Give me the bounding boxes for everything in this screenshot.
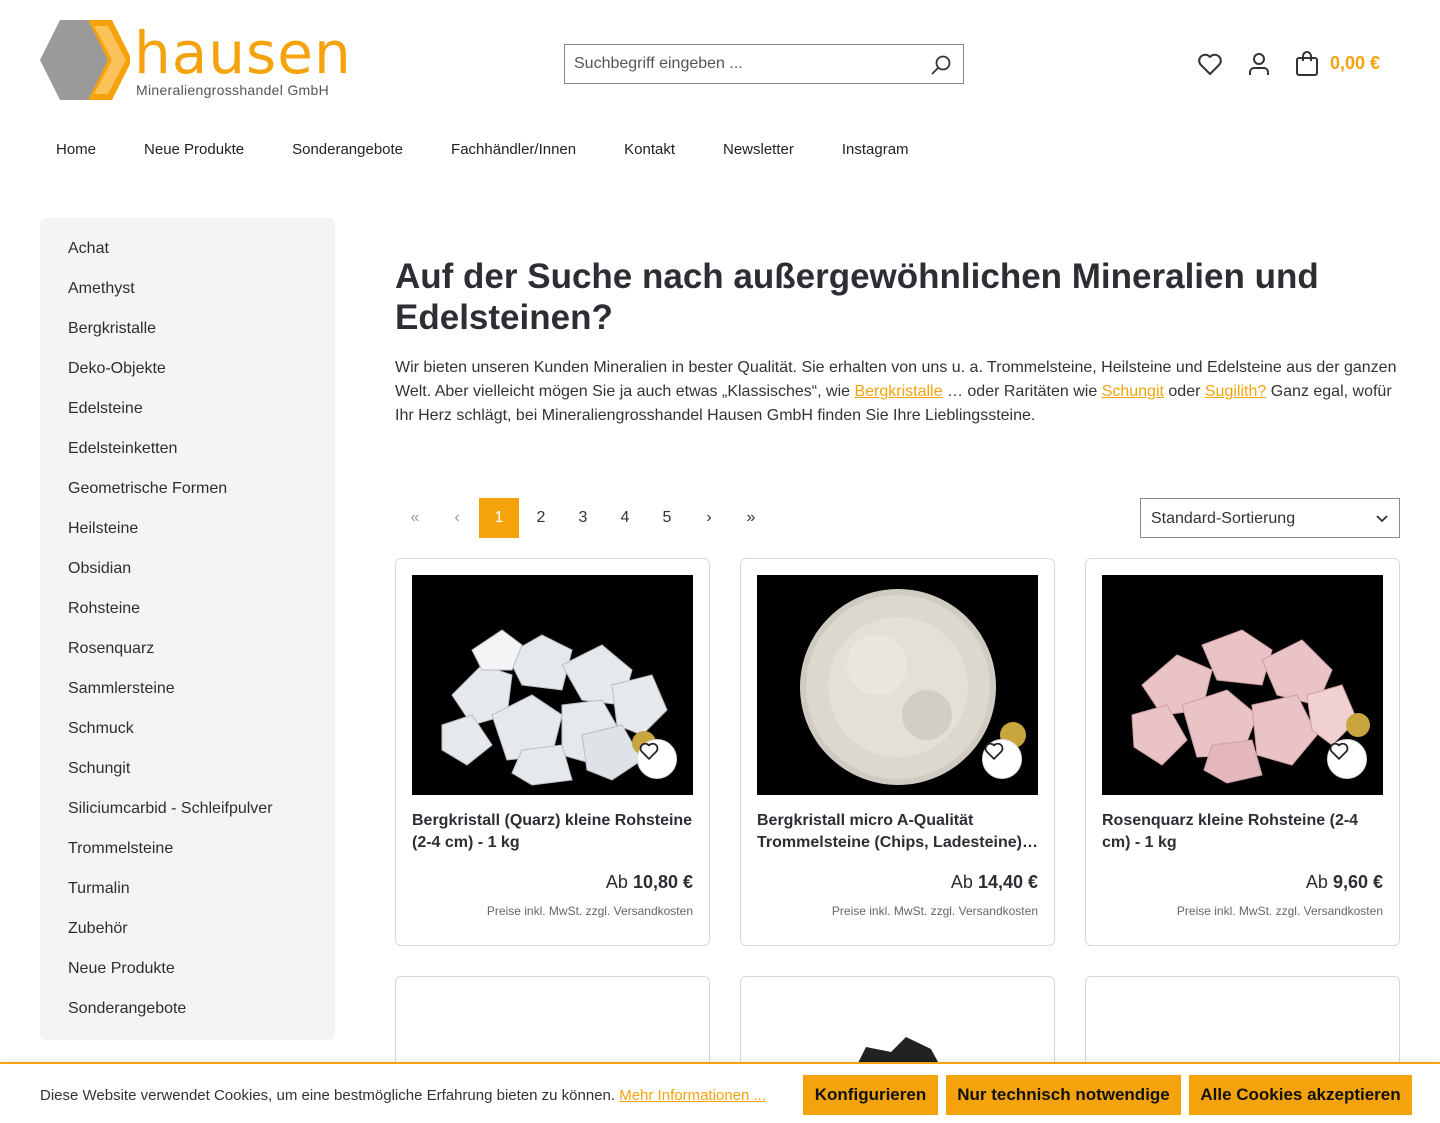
link-bergkristalle[interactable]: Bergkristalle xyxy=(854,383,942,400)
search-form xyxy=(564,44,964,84)
pagination-page-4[interactable]: 4 xyxy=(605,498,645,538)
sidebar-item-obsidian[interactable]: Obsidian xyxy=(40,549,335,589)
main-content: Auf der Suche nach außergewöhnlichen Min… xyxy=(395,256,1400,428)
wishlist-button[interactable] xyxy=(982,739,1022,779)
cookie-accept-all-button[interactable]: Alle Cookies akzeptieren xyxy=(1189,1075,1412,1115)
pagination: « ‹ 1 2 3 4 5 › » xyxy=(395,498,773,538)
logo-subtitle: Mineraliengrosshandel GmbH xyxy=(136,82,329,98)
pagination-last[interactable]: » xyxy=(731,498,771,538)
sidebar-item-achat[interactable]: Achat xyxy=(40,229,335,269)
nav-fachhaendler[interactable]: Fachhändler/Innen xyxy=(435,130,592,170)
header: hausen Mineraliengrosshandel GmbH 0,00 € xyxy=(0,0,1440,120)
cookie-more-info-link[interactable]: Mehr Informationen ... xyxy=(619,1087,766,1104)
sidebar-item-edelsteine[interactable]: Edelsteine xyxy=(40,389,335,429)
sidebar-item-geometrische-formen[interactable]: Geometrische Formen xyxy=(40,469,335,509)
cookie-text: Diese Website verwendet Cookies, um eine… xyxy=(40,1087,766,1104)
logo-name: hausen xyxy=(134,19,352,87)
search-icon[interactable] xyxy=(929,53,953,77)
link-sugilith[interactable]: Sugilith? xyxy=(1205,383,1266,400)
heart-icon xyxy=(639,742,659,760)
sidebar-item-neue-produkte[interactable]: Neue Produkte xyxy=(40,949,335,989)
product-title[interactable]: Bergkristall (Quarz) kleine Rohsteine (2… xyxy=(412,810,693,854)
product-card[interactable]: Bergkristall (Quarz) kleine Rohsteine (2… xyxy=(395,558,710,946)
user-icon[interactable] xyxy=(1245,50,1273,78)
nav-sonderangebote[interactable]: Sonderangebote xyxy=(276,130,419,170)
category-sidebar: Achat Amethyst Bergkristalle Deko-Objekt… xyxy=(40,218,335,1040)
nav-newsletter[interactable]: Newsletter xyxy=(707,130,810,170)
nav-instagram[interactable]: Instagram xyxy=(826,130,925,170)
sidebar-item-siliciumcarbid[interactable]: Siliciumcarbid - Schleifpulver xyxy=(40,789,335,829)
product-image[interactable] xyxy=(412,575,693,795)
sidebar-item-rohsteine[interactable]: Rohsteine xyxy=(40,589,335,629)
logo[interactable]: hausen Mineraliengrosshandel GmbH xyxy=(40,20,351,100)
tax-note: Preise inkl. MwSt. zzgl. Versandkosten xyxy=(831,904,1038,918)
heart-icon xyxy=(1329,742,1349,760)
pagination-page-1[interactable]: 1 xyxy=(479,498,519,538)
product-price: Ab 14,40 € xyxy=(950,872,1038,892)
wishlist-button[interactable] xyxy=(637,739,677,779)
nav-kontakt[interactable]: Kontakt xyxy=(608,130,691,170)
tax-note: Preise inkl. MwSt. zzgl. Versandkosten xyxy=(1176,904,1383,918)
product-title[interactable]: Bergkristall micro A-Qualität Trommelste… xyxy=(757,810,1038,854)
link-schungit[interactable]: Schungit xyxy=(1102,383,1164,400)
wishlist-button[interactable] xyxy=(1327,739,1367,779)
product-title[interactable]: Rosenquarz kleine Rohsteine (2-4 cm) - 1… xyxy=(1102,810,1383,854)
search-input[interactable] xyxy=(565,45,915,83)
sidebar-item-sammlersteine[interactable]: Sammlersteine xyxy=(40,669,335,709)
sidebar-item-amethyst[interactable]: Amethyst xyxy=(40,269,335,309)
nav-home[interactable]: Home xyxy=(40,130,112,170)
product-price: Ab 9,60 € xyxy=(1305,872,1383,892)
heart-icon xyxy=(984,742,1004,760)
sidebar-item-edelsteinketten[interactable]: Edelsteinketten xyxy=(40,429,335,469)
sidebar-item-zubehoer[interactable]: Zubehör xyxy=(40,909,335,949)
tax-note: Preise inkl. MwSt. zzgl. Versandkosten xyxy=(486,904,693,918)
intro-text: Wir bieten unseren Kunden Mineralien in … xyxy=(395,359,1397,424)
pagination-next[interactable]: › xyxy=(689,498,729,538)
sidebar-item-trommelsteine[interactable]: Trommelsteine xyxy=(40,829,335,869)
pagination-page-3[interactable]: 3 xyxy=(563,498,603,538)
pagination-prev[interactable]: ‹ xyxy=(437,498,477,538)
product-image[interactable] xyxy=(1102,575,1383,795)
cookie-necessary-button[interactable]: Nur technisch notwendige xyxy=(946,1075,1181,1115)
heart-icon[interactable] xyxy=(1196,50,1224,78)
product-card[interactable]: Rosenquarz kleine Rohsteine (2-4 cm) - 1… xyxy=(1085,558,1400,946)
product-price: Ab 10,80 € xyxy=(605,872,693,892)
page-title: Auf der Suche nach außergewöhnlichen Min… xyxy=(395,257,1319,337)
cookie-configure-button[interactable]: Konfigurieren xyxy=(803,1075,938,1115)
shopping-bag-icon[interactable] xyxy=(1293,50,1321,78)
sidebar-item-schungit[interactable]: Schungit xyxy=(40,749,335,789)
sidebar-item-turmalin[interactable]: Turmalin xyxy=(40,869,335,909)
product-image[interactable] xyxy=(757,575,1038,795)
pagination-page-2[interactable]: 2 xyxy=(521,498,561,538)
pagination-page-5[interactable]: 5 xyxy=(647,498,687,538)
main-navigation: Home Neue Produkte Sonderangebote Fachhä… xyxy=(40,130,941,170)
chevron-down-icon xyxy=(1376,515,1388,523)
product-card[interactable]: Bergkristall micro A-Qualität Trommelste… xyxy=(740,558,1055,946)
sort-select[interactable]: Standard-Sortierung xyxy=(1140,498,1400,538)
logo-hexagon-icon xyxy=(40,20,130,100)
sidebar-item-deko-objekte[interactable]: Deko-Objekte xyxy=(40,349,335,389)
cart-total[interactable]: 0,00 € xyxy=(1330,53,1380,74)
nav-neue-produkte[interactable]: Neue Produkte xyxy=(128,130,260,170)
sidebar-item-rosenquarz[interactable]: Rosenquarz xyxy=(40,629,335,669)
pagination-first[interactable]: « xyxy=(395,498,435,538)
cookie-bar: Diese Website verwendet Cookies, um eine… xyxy=(0,1062,1440,1123)
sort-selected-value: Standard-Sortierung xyxy=(1151,510,1296,527)
sidebar-item-bergkristalle[interactable]: Bergkristalle xyxy=(40,309,335,349)
sidebar-item-sonderangebote[interactable]: Sonderangebote xyxy=(40,989,335,1029)
sidebar-item-schmuck[interactable]: Schmuck xyxy=(40,709,335,749)
sidebar-item-heilsteine[interactable]: Heilsteine xyxy=(40,509,335,549)
